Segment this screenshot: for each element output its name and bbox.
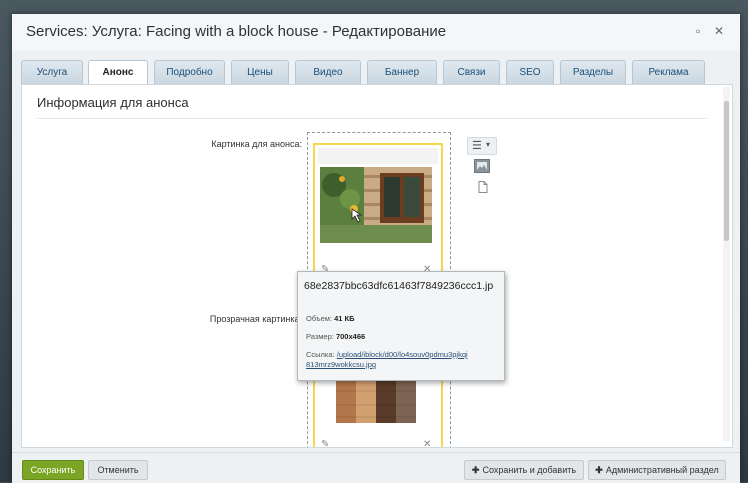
tab-video[interactable]: Видео [295,60,361,85]
transparent-image-thumbnail[interactable] [336,381,416,423]
dialog-footer: Сохранить Отменить ✚ Сохранить и добавить… [12,452,740,483]
content-scrollbar[interactable] [723,87,730,441]
tooltip-link-line2[interactable]: 813mrz9wokkcsu.jpg [306,360,376,369]
tooltip-size-value: 41 КБ [334,314,355,323]
image-mode-icon[interactable] [474,159,490,173]
scrollbar-thumb[interactable] [724,101,729,241]
tooltip-dimensions-value: 700x466 [335,332,366,341]
admin-section-button[interactable]: ✚ Административный раздел [588,460,726,480]
tab-banner[interactable]: Баннер [367,60,437,85]
preview-image-label: Картинка для анонса: [211,139,302,149]
plus-icon: ✚ [471,465,480,475]
tooltip-dimensions-row: Размер: 700x466 [306,332,366,341]
maximize-icon[interactable]: ▫ [696,24,700,38]
dialog-title: Services: Услуга: Facing with a block ho… [26,23,447,40]
plus-icon: ✚ [595,465,603,475]
view-menu-button[interactable]: ☰ ▾ [467,137,497,155]
tooltip-link-line1[interactable]: /upload/iblock/d00/lo4souv0pdmu3pjkqi [337,350,468,359]
section-title: Информация для анонса [37,95,189,110]
tab-details[interactable]: Подробно [154,60,225,85]
menu-icon: ☰ [472,140,482,152]
save-and-add-button[interactable]: ✚ Сохранить и добавить [464,460,584,480]
tooltip-link-row: Ссылка: /upload/iblock/d00/lo4souv0pdmu3… [306,350,468,369]
admin-section-label: Административный раздел [605,465,719,475]
file-icon[interactable] [478,181,488,193]
edit-transparent-image-icon[interactable]: ✎ [321,439,329,447]
tab-seo[interactable]: SEO [506,60,554,85]
tab-ads[interactable]: Реклама [632,60,705,85]
tab-announce[interactable]: Анонс [88,60,148,86]
transparent-image-label: Прозрачная картинка: [209,314,302,324]
save-button[interactable]: Сохранить [22,460,84,480]
tab-sections[interactable]: Разделы [560,60,626,85]
preview-image-thumbnail[interactable] [320,167,432,243]
tab-service[interactable]: Услуга [21,60,83,85]
cancel-button[interactable]: Отменить [88,460,148,480]
save-and-add-label: Сохранить и добавить [482,465,577,475]
tab-links[interactable]: Связи [443,60,500,85]
preview-image-card[interactable]: ✎ ✕ [313,143,443,285]
tab-content-panel: Информация для анонса Картинка для анонс… [21,84,733,448]
close-icon[interactable]: ✕ [714,24,724,38]
dialog-titlebar[interactable]: Services: Услуга: Facing with a block ho… [12,14,740,50]
remove-transparent-image-icon[interactable]: ✕ [423,439,431,447]
tooltip-filename: 68e2837bbc63dfc61463f7849236ccc1.jp [304,280,494,292]
tooltip-size-row: Объем: 41 КБ [306,314,355,323]
edit-dialog: Services: Услуга: Facing with a block ho… [12,14,740,483]
tab-prices[interactable]: Цены [231,60,289,85]
image-info-tooltip: 68e2837bbc63dfc61463f7849236ccc1.jp Объе… [297,271,505,381]
section-divider [37,118,707,119]
chevron-down-icon: ▾ [486,140,491,149]
